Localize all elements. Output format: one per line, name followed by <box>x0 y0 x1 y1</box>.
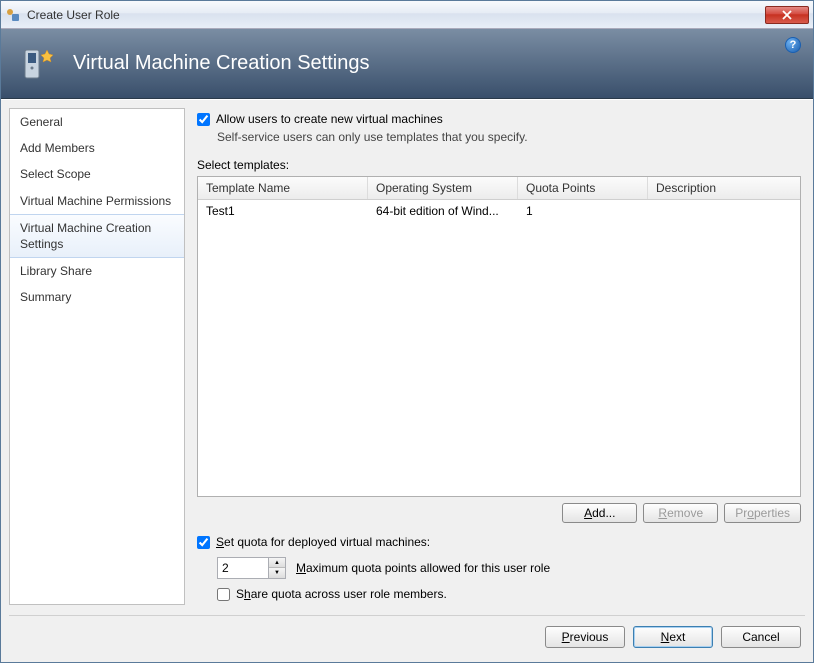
quota-spinner: ▲ ▼ <box>217 557 286 579</box>
allow-create-checkbox[interactable] <box>197 113 210 126</box>
set-quota-row: Set quota for deployed virtual machines: <box>197 535 801 549</box>
share-quota-label[interactable]: Share quota across user role members. <box>236 587 447 601</box>
properties-button: Properties <box>724 503 801 523</box>
allow-create-label[interactable]: Allow users to create new virtual machin… <box>216 112 443 126</box>
next-button[interactable]: Next <box>633 626 713 648</box>
cell-desc <box>648 202 800 220</box>
sidebar-item-general[interactable]: General <box>10 109 184 135</box>
close-button[interactable] <box>765 6 809 24</box>
wizard-steps-sidebar: General Add Members Select Scope Virtual… <box>9 108 185 605</box>
remove-button: Remove <box>643 503 718 523</box>
table-body[interactable]: Test1 64-bit edition of Wind... 1 <box>198 200 800 496</box>
set-quota-checkbox[interactable] <box>197 536 210 549</box>
sidebar-item-vm-creation-settings[interactable]: Virtual Machine Creation Settings <box>10 214 184 258</box>
content-area: General Add Members Select Scope Virtual… <box>1 100 813 662</box>
spinner-up[interactable]: ▲ <box>269 558 285 568</box>
sidebar-item-library-share[interactable]: Library Share <box>10 258 184 284</box>
sidebar-item-summary[interactable]: Summary <box>10 284 184 310</box>
cell-os: 64-bit edition of Wind... <box>368 202 518 220</box>
app-icon <box>5 7 21 23</box>
allow-create-row: Allow users to create new virtual machin… <box>197 112 801 126</box>
previous-button[interactable]: Previous <box>545 626 625 648</box>
share-quota-row: Share quota across user role members. <box>217 587 801 601</box>
spinner-buttons: ▲ ▼ <box>269 557 286 579</box>
cell-template-name: Test1 <box>198 202 368 220</box>
page-title: Virtual Machine Creation Settings <box>73 52 369 75</box>
titlebar[interactable]: Create User Role <box>1 1 813 29</box>
settings-panel: Allow users to create new virtual machin… <box>197 108 805 605</box>
sidebar-item-select-scope[interactable]: Select Scope <box>10 161 184 187</box>
column-quota-points[interactable]: Quota Points <box>518 177 648 199</box>
help-icon[interactable]: ? <box>785 37 801 53</box>
column-template-name[interactable]: Template Name <box>198 177 368 199</box>
banner: Virtual Machine Creation Settings ? <box>1 29 813 99</box>
wizard-footer: Previous Next Cancel <box>9 615 805 654</box>
table-buttons: Add... Remove Properties <box>197 503 801 523</box>
sidebar-item-add-members[interactable]: Add Members <box>10 135 184 161</box>
quota-row: ▲ ▼ Maximum quota points allowed for thi… <box>217 557 801 579</box>
table-row[interactable]: Test1 64-bit edition of Wind... 1 <box>198 200 800 222</box>
select-templates-label: Select templates: <box>197 158 801 172</box>
spinner-down[interactable]: ▼ <box>269 568 285 578</box>
set-quota-label[interactable]: Set quota for deployed virtual machines: <box>216 535 430 549</box>
quota-section: Set quota for deployed virtual machines:… <box>197 535 801 605</box>
cell-quota: 1 <box>518 202 648 220</box>
quota-desc-label: Maximum quota points allowed for this us… <box>296 561 550 575</box>
quota-input[interactable] <box>217 557 269 579</box>
add-button[interactable]: Add... <box>562 503 637 523</box>
table-header: Template Name Operating System Quota Poi… <box>198 177 800 200</box>
dialog-window: Create User Role Virtual Machine Creatio… <box>0 0 814 663</box>
templates-table: Template Name Operating System Quota Poi… <box>197 176 801 497</box>
column-description[interactable]: Description <box>648 177 800 199</box>
sidebar-item-vm-permissions[interactable]: Virtual Machine Permissions <box>10 188 184 214</box>
main-area: General Add Members Select Scope Virtual… <box>9 108 805 605</box>
wizard-icon <box>19 44 59 84</box>
cancel-button[interactable]: Cancel <box>721 626 801 648</box>
column-operating-system[interactable]: Operating System <box>368 177 518 199</box>
window-title: Create User Role <box>27 8 765 22</box>
share-quota-checkbox[interactable] <box>217 588 230 601</box>
allow-create-hint: Self-service users can only use template… <box>217 130 801 144</box>
